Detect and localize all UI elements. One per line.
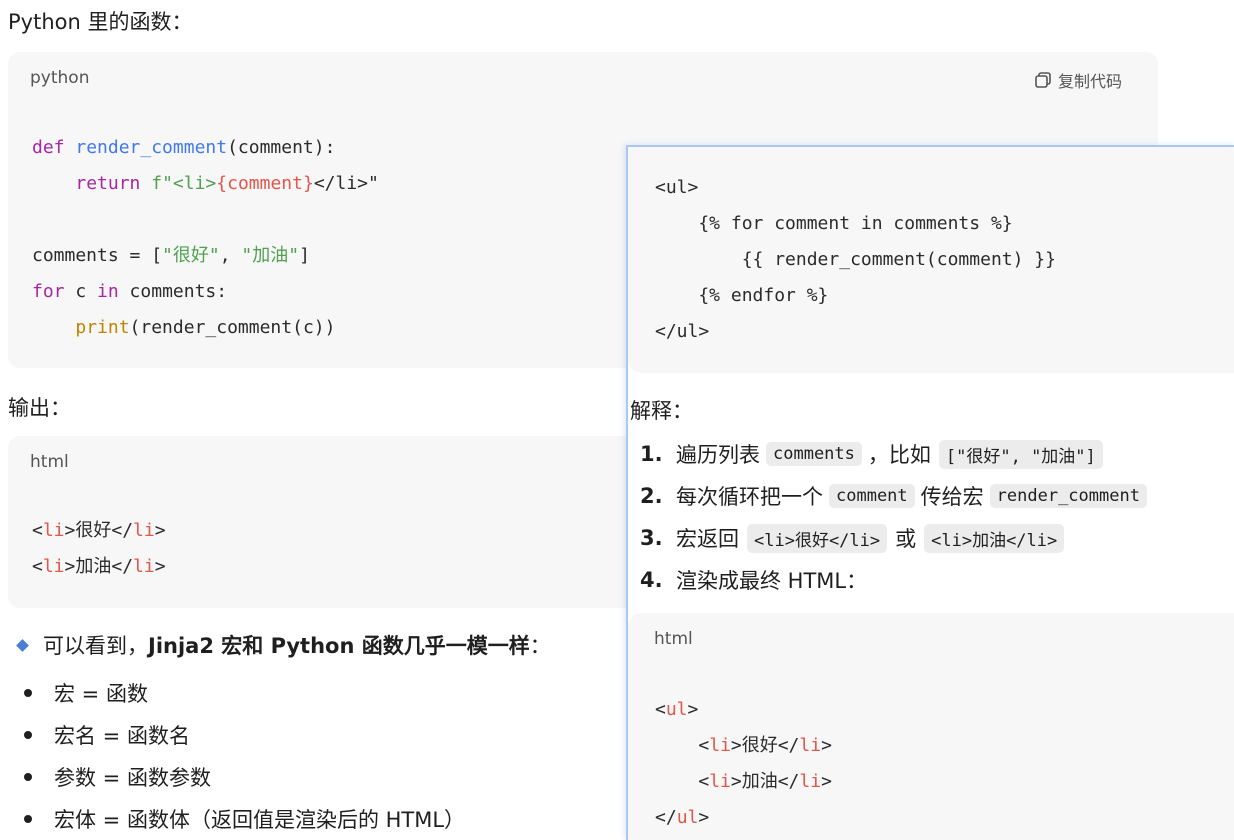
code-line: <li>加油</li> <box>32 556 166 577</box>
code-line: <li>很好</li> <box>32 520 166 541</box>
list-item: 宏体 = 函数体（返回值是渲染后的 HTML） <box>24 804 465 834</box>
code-line: <li>加油</li> <box>655 771 832 792</box>
code-line: comments = ["很好", "加油"] <box>32 245 310 266</box>
diamond-bullet-icon <box>16 638 29 652</box>
code-language-label: html <box>30 452 69 472</box>
html-output-block: html <li>很好</li> <li>加油</li> <box>8 436 648 608</box>
code-line: <ul> <box>655 177 699 198</box>
list-item: 参数 = 函数参数 <box>24 762 211 792</box>
final-html-code: <ul> <li>很好</li> <li>加油</li> </ul> <box>655 692 832 836</box>
code-line: return f"<li>{comment}</li>" <box>75 173 379 194</box>
html-output-code: <li>很好</li> <li>加油</li> <box>32 513 166 585</box>
code-line: </ul> <box>655 807 710 828</box>
python-code: def render_comment(comment): return f"<l… <box>32 130 379 346</box>
step-item: 1. 遍历列表 comments ，比如 ["很好", "加油"] <box>640 439 1103 469</box>
explanation-heading: 解释： <box>630 399 693 423</box>
code-line: print(render_comment(c)) <box>75 317 336 338</box>
summary-line: 可以看到， Jinja2 宏和 Python 函数几乎一模一样： <box>16 630 551 660</box>
code-line: {{ render_comment(comment) }} <box>655 249 1056 270</box>
list-item: 宏 = 函数 <box>24 678 148 708</box>
code-language-label: python <box>30 68 90 88</box>
copy-code-label: 复制代码 <box>1058 72 1123 91</box>
code-line: <ul> <box>655 699 699 720</box>
code-line: for c in comments: <box>32 281 228 302</box>
template-code-block: <ul> {% for comment in comments %} {{ re… <box>628 147 1234 373</box>
code-line: {% endfor %} <box>655 285 829 306</box>
python-functions-heading: Python 里的函数： <box>8 10 193 34</box>
step-item: 2. 每次循环把一个 comment 传给宏 render_comment <box>640 481 1147 511</box>
template-code: <ul> {% for comment in comments %} {{ re… <box>655 170 1056 350</box>
code-line: {% for comment in comments %} <box>655 213 1013 234</box>
bullet-icon <box>24 731 32 739</box>
step-item: 4. 渲染成最终 HTML： <box>640 568 868 593</box>
list-item: 宏名 = 函数名 <box>24 720 190 750</box>
code-line: <li>很好</li> <box>655 735 832 756</box>
copy-code-button[interactable]: 复制代码 <box>1034 68 1122 92</box>
code-language-label: html <box>654 629 693 649</box>
final-html-block: html <ul> <li>很好</li> <li>加油</li> </ul> <box>628 613 1234 840</box>
bullet-icon <box>24 815 32 823</box>
bullet-icon <box>24 689 32 697</box>
output-heading: 输出： <box>8 396 71 420</box>
step-item: 3. 宏返回 <li>很好</li> 或 <li>加油</li> <box>640 523 1065 553</box>
code-line: def render_comment(comment): <box>32 137 336 158</box>
copy-icon <box>1034 71 1052 89</box>
code-line: </ul> <box>655 321 710 342</box>
bullet-icon <box>24 773 32 781</box>
overlay-panel: <ul> {% for comment in comments %} {{ re… <box>626 145 1234 840</box>
